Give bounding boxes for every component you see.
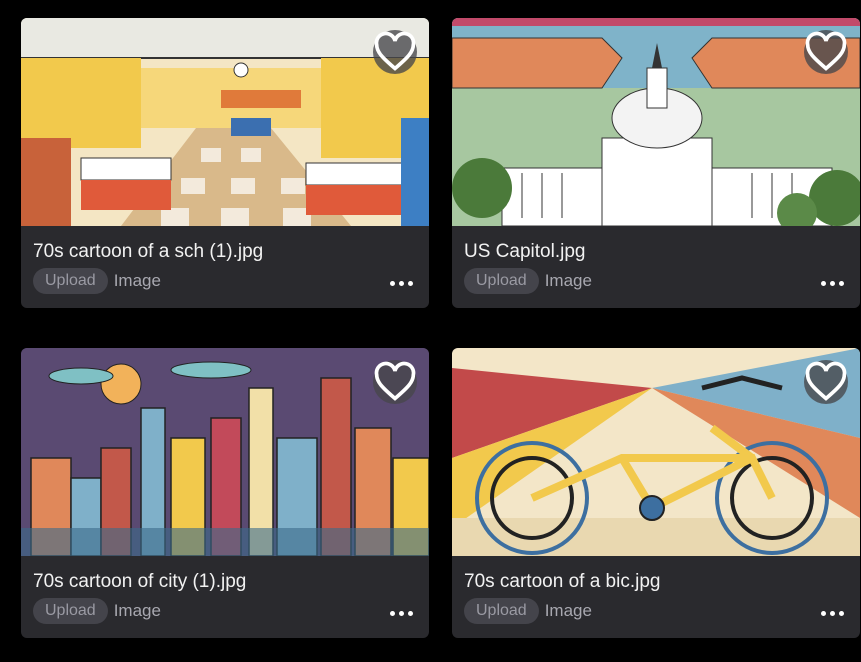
asset-title: US Capitol.jpg	[464, 241, 586, 262]
source-badge: Upload	[464, 268, 539, 294]
cafeteria-illustration	[21, 18, 429, 226]
asset-title: 70s cartoon of a sch (1).jpg	[33, 241, 264, 262]
asset-card[interactable]: 70s cartoon of city (1).jpg Upload Image	[21, 348, 429, 638]
heart-icon	[805, 31, 847, 71]
asset-title: 70s cartoon of a bic.jpg	[464, 571, 661, 592]
source-badge: Upload	[464, 598, 539, 624]
source-badge: Upload	[33, 268, 108, 294]
asset-thumbnail[interactable]	[21, 18, 429, 226]
more-options-button[interactable]	[821, 281, 844, 286]
heart-icon	[374, 361, 416, 401]
asset-card[interactable]: US Capitol.jpg Upload Image	[452, 18, 860, 308]
capitol-illustration	[452, 18, 860, 226]
asset-title: 70s cartoon of city (1).jpg	[33, 571, 247, 592]
city-illustration	[21, 348, 429, 556]
asset-type: Image	[544, 271, 592, 290]
more-options-button[interactable]	[390, 611, 413, 616]
asset-card[interactable]: 70s cartoon of a sch (1).jpg Upload Imag…	[21, 18, 429, 308]
asset-thumbnail[interactable]	[452, 18, 860, 226]
favorite-button[interactable]	[373, 30, 417, 74]
asset-type: Image	[113, 271, 161, 290]
heart-icon	[374, 31, 416, 71]
source-badge: Upload	[33, 598, 108, 624]
favorite-button[interactable]	[804, 30, 848, 74]
heart-icon	[805, 361, 847, 401]
asset-type: Image	[113, 601, 161, 620]
more-options-button[interactable]	[390, 281, 413, 286]
asset-card[interactable]: 70s cartoon of a bic.jpg Upload Image	[452, 348, 860, 638]
asset-type: Image	[544, 601, 592, 620]
asset-thumbnail[interactable]	[21, 348, 429, 556]
favorite-button[interactable]	[373, 360, 417, 404]
asset-thumbnail[interactable]	[452, 348, 860, 556]
bicycle-illustration	[452, 348, 860, 556]
more-options-button[interactable]	[821, 611, 844, 616]
favorite-button[interactable]	[804, 360, 848, 404]
